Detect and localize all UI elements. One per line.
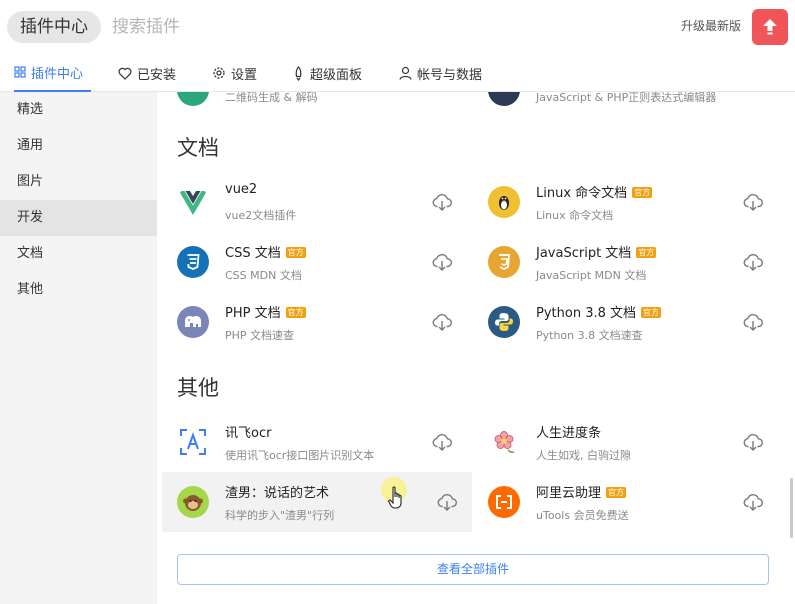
upgrade-button[interactable] <box>752 9 788 45</box>
plugin-description: Linux 命令文档 <box>536 209 614 222</box>
plugin-name: CSS 文档 官方 <box>225 246 306 261</box>
tab-label: 设置 <box>231 67 258 83</box>
plugin-card-javascript-docs[interactable]: JavaScript 文档 官方 JavaScript MDN 文档 <box>468 232 778 292</box>
regex-plugin-icon <box>488 92 520 106</box>
python-icon <box>488 306 520 338</box>
plugin-description: 人生如戏, 白驹过隙 <box>536 449 631 462</box>
cloud-download-icon[interactable] <box>742 491 764 513</box>
sidebar-item-docs[interactable]: 文档 <box>0 236 157 272</box>
plugin-card-vue2[interactable]: vue2 vue2文档插件 <box>157 172 467 232</box>
official-badge: 官方 <box>636 247 657 258</box>
plugin-description: JavaScript & PHP正则表达式编辑器 <box>536 92 717 104</box>
php-elephant-icon <box>177 306 209 338</box>
tab-label: 插件中心 <box>31 66 84 82</box>
cloud-download-icon[interactable] <box>742 251 764 273</box>
official-badge: 官方 <box>285 307 306 318</box>
plugin-name: vue2 <box>225 182 258 197</box>
view-all-plugins-button[interactable]: 查看全部插件 <box>177 554 769 585</box>
plugin-description: JavaScript MDN 文档 <box>536 269 647 282</box>
plugin-list: 二维码生成 & 解码 JavaScript & PHP正则表达式编辑器 文档 v… <box>157 92 795 604</box>
plugin-name: 讯飞ocr <box>225 426 272 441</box>
search-input[interactable] <box>112 11 412 43</box>
plugin-description: 使用讯飞ocr接口图片识别文本 <box>225 449 375 462</box>
cloud-download-icon[interactable] <box>742 311 764 333</box>
grid-icon <box>14 66 26 78</box>
plugin-card-python-docs[interactable]: Python 3.8 文档 官方 Python 3.8 文档速查 <box>468 292 778 352</box>
plugin-description: PHP 文档速查 <box>225 329 295 342</box>
tab-plugin-center[interactable]: 插件中心 <box>14 54 91 92</box>
sidebar-item-other[interactable]: 其他 <box>0 272 157 308</box>
aliyun-icon <box>488 486 520 518</box>
plugin-name: 渣男：说话的艺术 <box>225 486 330 501</box>
plugin-card-css-docs[interactable]: CSS 文档 官方 CSS MDN 文档 <box>157 232 467 292</box>
cloud-download-icon[interactable] <box>436 491 458 513</box>
cloud-download-icon[interactable] <box>742 431 764 453</box>
linux-penguin-icon <box>488 186 520 218</box>
upgrade-label[interactable]: 升级最新版 <box>681 17 741 34</box>
qrcode-plugin-icon <box>177 92 209 106</box>
vue-logo-icon <box>177 186 209 218</box>
tab-label: 超级面板 <box>310 67 363 83</box>
plugin-description: 二维码生成 & 解码 <box>225 92 318 104</box>
plugin-card-linux-docs[interactable]: Linux 命令文档 官方 Linux 命令文档 <box>468 172 778 232</box>
cloud-download-icon[interactable] <box>431 311 453 333</box>
ocr-scan-icon <box>177 426 209 458</box>
plugin-center-title[interactable]: 插件中心 <box>7 11 101 43</box>
sidebar-item-development[interactable]: 开发 <box>0 200 157 236</box>
tab-installed[interactable]: 已安装 <box>118 54 176 92</box>
plugin-card-php-docs[interactable]: PHP 文档 官方 PHP 文档速查 <box>157 292 467 352</box>
official-badge: 官方 <box>606 487 627 498</box>
official-badge: 官方 <box>632 187 653 198</box>
tab-label: 已安装 <box>137 67 177 83</box>
plugin-description: vue2文档插件 <box>225 209 297 222</box>
flower-icon <box>488 426 520 458</box>
section-title-docs: 文档 <box>177 136 219 160</box>
plugin-card-xunfei-ocr[interactable]: 讯飞ocr 使用讯飞ocr接口图片识别文本 <box>157 412 467 472</box>
tab-account-data[interactable]: 帐号与数据 <box>399 54 482 92</box>
tab-super-panel[interactable]: 超级面板 <box>292 54 362 92</box>
plugin-name: 人生进度条 <box>536 426 602 441</box>
sidebar-item-images[interactable]: 图片 <box>0 164 157 200</box>
plugin-name: Python 3.8 文档 官方 <box>536 306 662 321</box>
plugin-card-speech-art[interactable]: 渣男：说话的艺术 科学的步入"渣男"行列 <box>162 472 472 532</box>
plugin-name: JavaScript 文档 官方 <box>536 246 657 261</box>
css3-icon <box>177 246 209 278</box>
scrollbar[interactable] <box>790 478 793 538</box>
section-title-other: 其他 <box>177 376 219 400</box>
plugin-name: Linux 命令文档 官方 <box>536 186 653 201</box>
plugin-name: PHP 文档 官方 <box>225 306 306 321</box>
tab-bar: 插件中心 已安装 设置 超级面板 帐号与数据 <box>0 54 795 92</box>
sidebar-item-featured[interactable]: 精选 <box>0 92 157 128</box>
official-badge: 官方 <box>285 247 306 258</box>
category-sidebar: 精选 通用 图片 开发 文档 其他 <box>0 92 157 604</box>
heart-icon <box>118 67 132 80</box>
tab-label: 帐号与数据 <box>417 67 483 83</box>
plugin-description: uTools 会员免费送 <box>536 509 629 522</box>
plugin-description: Python 3.8 文档速查 <box>536 329 643 342</box>
plugin-description: CSS MDN 文档 <box>225 269 302 282</box>
cloud-download-icon[interactable] <box>431 251 453 273</box>
gear-icon <box>213 67 225 79</box>
hand-cursor-icon <box>388 486 402 509</box>
tab-settings[interactable]: 设置 <box>212 54 257 92</box>
plugin-card-life-progress[interactable]: 人生进度条 人生如戏, 白驹过隙 <box>468 412 778 472</box>
plugin-description: 科学的步入"渣男"行列 <box>225 509 335 522</box>
plugin-name: 阿里云助理 官方 <box>536 486 627 501</box>
monkey-icon <box>177 486 209 518</box>
rocket-icon <box>295 65 302 81</box>
sidebar-item-general[interactable]: 通用 <box>0 128 157 164</box>
cloud-download-icon[interactable] <box>742 191 764 213</box>
official-badge: 官方 <box>641 307 662 318</box>
plugin-card-aliyun-assistant[interactable]: 阿里云助理 官方 uTools 会员免费送 <box>468 472 778 532</box>
cloud-download-icon[interactable] <box>431 431 453 453</box>
user-icon <box>399 66 412 80</box>
top-bar: 插件中心 升级最新版 <box>0 0 795 54</box>
cloud-download-icon[interactable] <box>431 191 453 213</box>
javascript-icon <box>488 246 520 278</box>
arrow-up-icon <box>763 19 777 35</box>
